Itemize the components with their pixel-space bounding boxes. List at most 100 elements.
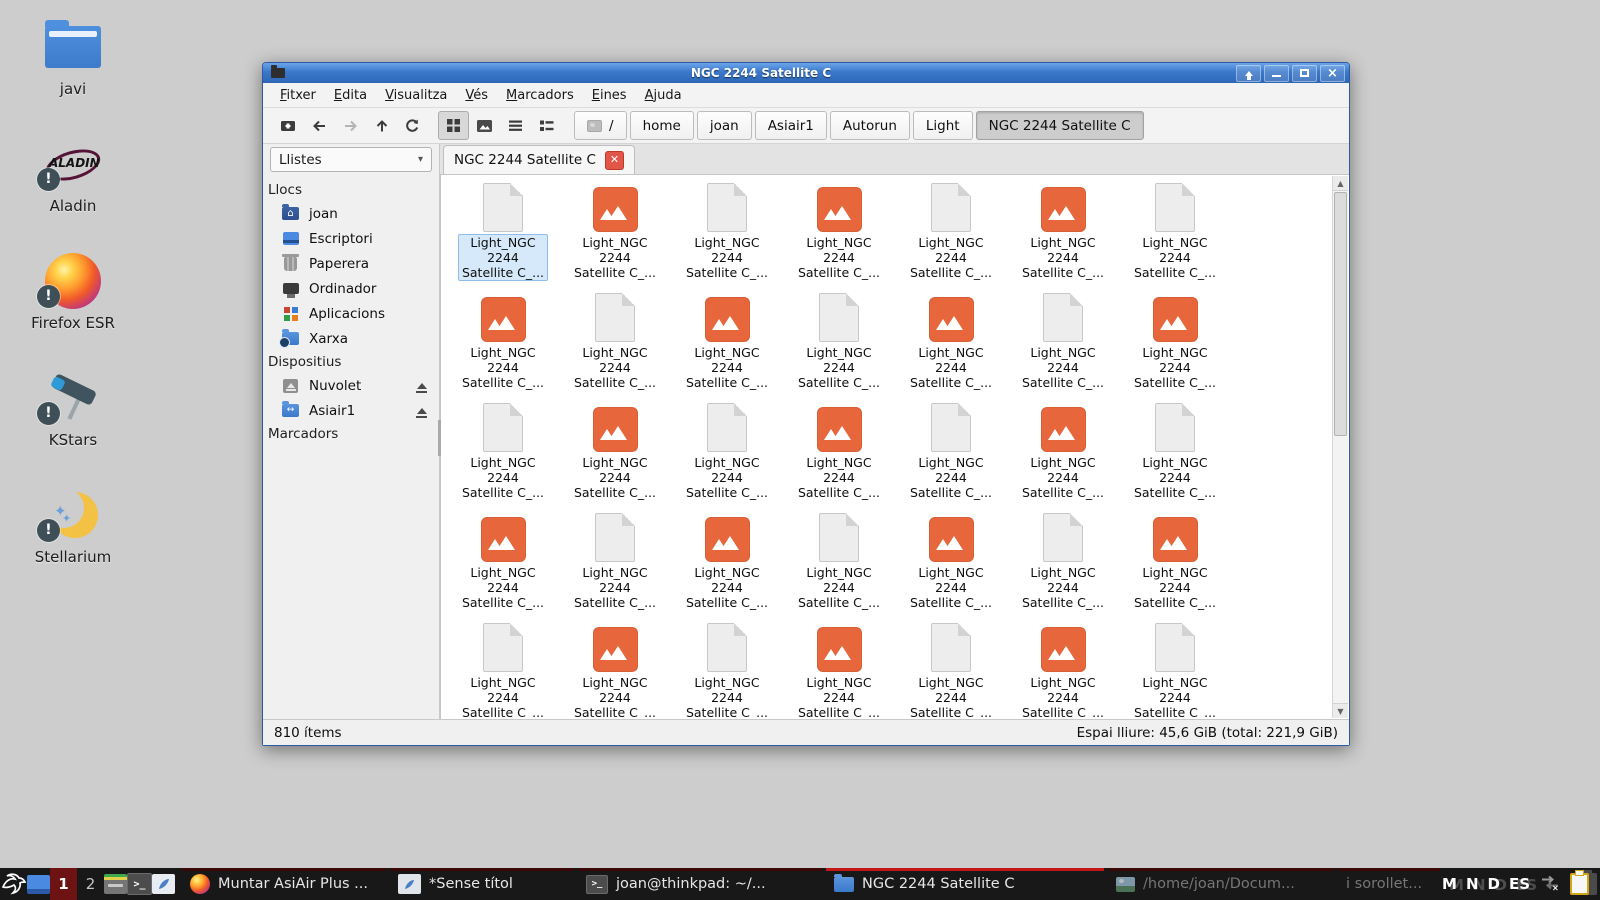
forward-button[interactable] xyxy=(335,111,366,140)
task-button-muntar-asiair-plus-[interactable]: Muntar AsiAir Plus ... xyxy=(180,868,388,900)
desktop-icon-aladin[interactable]: ALADIN!Aladin xyxy=(14,133,132,250)
file-item[interactable]: Light_NGC2244Satellite C_... xyxy=(783,509,895,619)
file-item[interactable]: Light_NGC2244Satellite C_... xyxy=(1119,509,1231,619)
file-item[interactable]: Light_NGC2244Satellite C_... xyxy=(559,619,671,719)
path-segment-joan[interactable]: joan xyxy=(697,111,752,140)
sidebar-item-xarxa[interactable]: Xarxa xyxy=(263,326,439,351)
workspace-1[interactable]: 1 xyxy=(50,868,77,900)
file-item[interactable]: Light_NGC2244Satellite C_... xyxy=(783,179,895,289)
tray-indicator-es[interactable]: ES xyxy=(1509,875,1530,893)
sidebar-item-nuvolet[interactable]: Nuvolet xyxy=(263,373,439,398)
file-item[interactable]: Light_NGC2244Satellite C_... xyxy=(447,509,559,619)
file-item[interactable]: Light_NGC2244Satellite C_... xyxy=(559,399,671,509)
file-item[interactable]: Light_NGC2244Satellite C_... xyxy=(895,179,1007,289)
minimize-button[interactable] xyxy=(1264,65,1289,82)
scroll-up-arrow-icon[interactable]: ▲ xyxy=(1333,176,1348,191)
file-item[interactable]: Light_NGC2244Satellite C_... xyxy=(559,289,671,399)
maximize-button[interactable] xyxy=(1292,65,1317,82)
file-item[interactable]: Light_NGC2244Satellite C_... xyxy=(895,509,1007,619)
menu-vs[interactable]: Vés xyxy=(456,85,497,106)
path-segment-home[interactable]: home xyxy=(630,111,694,140)
file-item[interactable]: Light_NGC2244Satellite C_... xyxy=(671,619,783,719)
file-item[interactable]: Light_NGC2244Satellite C_... xyxy=(671,509,783,619)
file-item[interactable]: Light_NGC2244Satellite C_... xyxy=(1007,399,1119,509)
file-item[interactable]: Light_NGC2244Satellite C_... xyxy=(447,619,559,719)
file-item[interactable]: Light_NGC2244Satellite C_... xyxy=(1119,179,1231,289)
network-arrows-icon[interactable]: × xyxy=(1540,874,1560,895)
sidebar-item-aplicacions[interactable]: Aplicacions xyxy=(263,301,439,326)
file-item[interactable]: Light_NGC2244Satellite C_... xyxy=(895,619,1007,719)
sidebar-item-asiair1[interactable]: ↔Asiair1 xyxy=(263,398,439,423)
menu-ajuda[interactable]: Ajuda xyxy=(636,85,691,106)
file-item[interactable]: Light_NGC2244Satellite C_... xyxy=(1119,289,1231,399)
task-button--sense-t-tol[interactable]: *Sense títol xyxy=(388,868,576,900)
task-button--home-joan-docum-[interactable]: /home/joan/Docum... xyxy=(1106,868,1336,900)
path-segment-asiair1[interactable]: Asiair1 xyxy=(755,111,827,140)
view-grid-button[interactable] xyxy=(438,111,469,140)
pane-splitter-handle[interactable] xyxy=(438,420,441,456)
desktop-icon-kstars[interactable]: !KStars xyxy=(14,367,132,484)
task-button-joan-thinkpad-[interactable]: >_joan@thinkpad: ~/... xyxy=(576,868,824,900)
sidebar-item-escriptori[interactable]: Escriptori xyxy=(263,226,439,251)
tray-indicator-m[interactable]: M xyxy=(1442,875,1457,893)
file-item[interactable]: Light_NGC2244Satellite C_... xyxy=(1007,179,1119,289)
back-button[interactable] xyxy=(304,111,335,140)
menu-fitxer[interactable]: Fitxer xyxy=(271,85,325,106)
view-compact-button[interactable] xyxy=(531,111,562,140)
file-item[interactable]: Light_NGC2244Satellite C_... xyxy=(1007,289,1119,399)
tray-indicator-n[interactable]: N xyxy=(1466,875,1479,893)
scrollbar-thumb[interactable] xyxy=(1334,192,1347,436)
task-button-ngc-2244-satellite-c[interactable]: NGC 2244 Satellite C xyxy=(824,868,1106,900)
menu-eines[interactable]: Eines xyxy=(583,85,636,106)
close-button[interactable]: × xyxy=(1320,65,1345,82)
refresh-button[interactable] xyxy=(397,111,428,140)
file-item[interactable]: Light_NGC2244Satellite C_... xyxy=(1119,399,1231,509)
clipboard-icon[interactable] xyxy=(1570,873,1589,895)
desktop-icon-firefox-esr[interactable]: !Firefox ESR xyxy=(14,250,132,367)
workspace-2[interactable]: 2 xyxy=(77,868,104,900)
menu-edita[interactable]: Edita xyxy=(325,85,376,106)
file-item[interactable]: Light_NGC2244Satellite C_... xyxy=(447,289,559,399)
path-segment-autorun[interactable]: Autorun xyxy=(830,111,910,140)
file-item[interactable]: Light_NGC2244Satellite C_... xyxy=(671,399,783,509)
tray-indicator-d[interactable]: D xyxy=(1488,875,1500,893)
path-segment-light[interactable]: Light xyxy=(913,111,973,140)
desktop-icon-javi[interactable]: javi xyxy=(14,16,132,133)
show-desktop-button[interactable] xyxy=(27,868,50,900)
new-tab-button[interactable] xyxy=(273,111,304,140)
file-item[interactable]: Light_NGC2244Satellite C_... xyxy=(895,399,1007,509)
file-item[interactable]: Light_NGC2244Satellite C_... xyxy=(783,619,895,719)
view-thumbnails-button[interactable] xyxy=(469,111,500,140)
path-segment-ngc-2244-satellite-c[interactable]: NGC 2244 Satellite C xyxy=(976,111,1144,140)
sidebar-item-joan[interactable]: ⌂joan xyxy=(263,201,439,226)
path-segment--[interactable]: / xyxy=(574,111,627,140)
menu-visualitza[interactable]: Visualitza xyxy=(376,85,456,106)
file-item[interactable]: Light_NGC2244Satellite C_... xyxy=(559,509,671,619)
file-item[interactable]: Light_NGC2244Satellite C_... xyxy=(447,399,559,509)
eject-icon[interactable] xyxy=(416,403,427,418)
tab-close-icon[interactable]: ✕ xyxy=(605,151,624,170)
file-item[interactable]: Light_NGC2244Satellite C_... xyxy=(447,179,559,289)
tab-ngc-2244-satellite-c[interactable]: NGC 2244 Satellite C ✕ xyxy=(443,145,635,174)
titlebar[interactable]: NGC 2244 Satellite C × xyxy=(263,63,1349,83)
file-item[interactable]: Light_NGC2244Satellite C_... xyxy=(783,399,895,509)
view-list-button[interactable] xyxy=(500,111,531,140)
file-item[interactable]: Light_NGC2244Satellite C_... xyxy=(783,289,895,399)
file-item[interactable]: Light_NGC2244Satellite C_... xyxy=(1007,619,1119,719)
sidebar-item-ordinador[interactable]: Ordinador xyxy=(263,276,439,301)
shade-button[interactable] xyxy=(1236,65,1261,82)
file-item[interactable]: Light_NGC2244Satellite C_... xyxy=(895,289,1007,399)
launcher-text-editor[interactable] xyxy=(152,868,175,900)
launcher-terminal[interactable]: >_ xyxy=(127,868,152,900)
task-button-i-sorollet-[interactable]: i sorollet... xyxy=(1336,868,1442,900)
file-item[interactable]: Light_NGC2244Satellite C_... xyxy=(671,179,783,289)
menu-marcadors[interactable]: Marcadors xyxy=(497,85,583,106)
launcher-file-manager[interactable] xyxy=(104,868,127,900)
desktop-icon-stellarium[interactable]: ✦✦!Stellarium xyxy=(14,484,132,601)
scroll-down-arrow-icon[interactable]: ▼ xyxy=(1333,703,1348,718)
file-item[interactable]: Light_NGC2244Satellite C_... xyxy=(1119,619,1231,719)
up-button[interactable] xyxy=(366,111,397,140)
sidebar-item-paperera[interactable]: Paperera xyxy=(263,251,439,276)
app-menu-button[interactable] xyxy=(0,868,27,900)
file-item[interactable]: Light_NGC2244Satellite C_... xyxy=(559,179,671,289)
